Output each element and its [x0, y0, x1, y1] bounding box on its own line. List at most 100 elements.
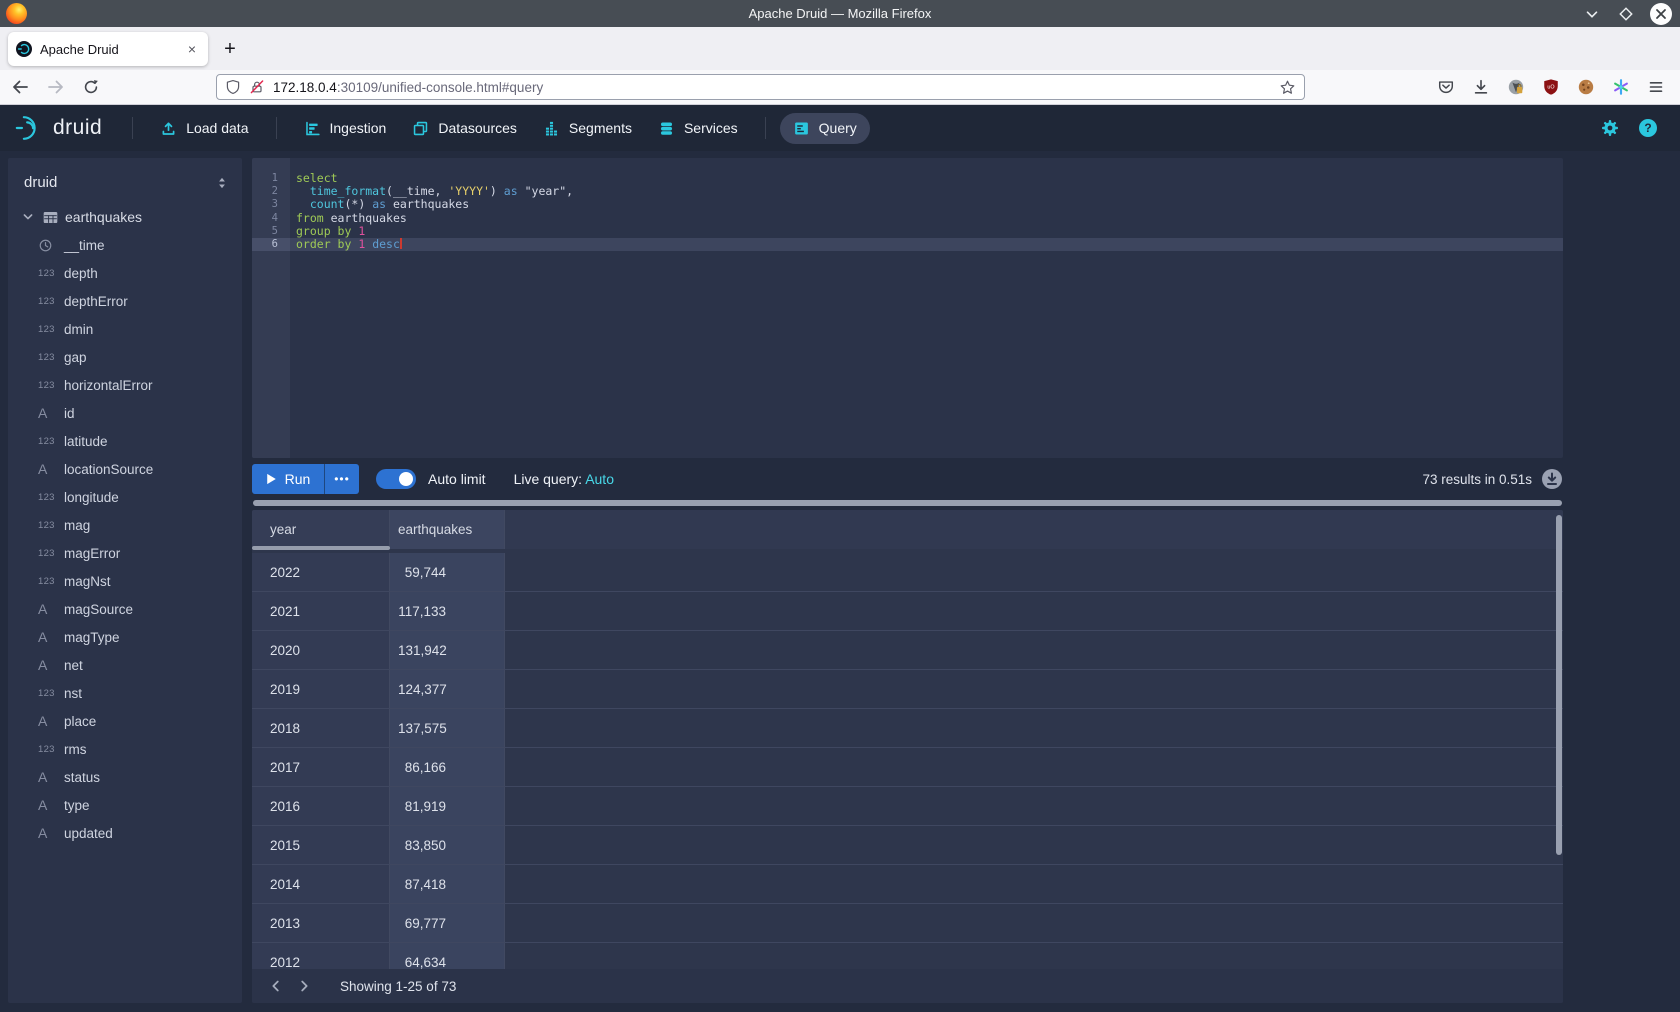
sidebar-column-magNst[interactable]: 123magNst [8, 567, 242, 595]
editor-line-4[interactable]: 4from earthquakes [252, 212, 1563, 225]
forward-button[interactable] [46, 77, 66, 97]
cell-earthquakes[interactable]: 81,919 [390, 787, 505, 825]
sql-editor[interactable]: 1select2 time_format(__time, 'YYYY') as … [252, 158, 1563, 458]
run-button[interactable]: Run [252, 464, 324, 494]
table-row[interactable]: 201487,418 [252, 865, 1563, 904]
code-text[interactable]: order by 1 desc [290, 238, 1563, 251]
sidebar-column-dmin[interactable]: 123dmin [8, 315, 242, 343]
sidebar-column-depth[interactable]: 123depth [8, 259, 242, 287]
code-text[interactable]: from earthquakes [290, 212, 1563, 225]
insecure-lock-icon[interactable] [249, 79, 265, 95]
sidebar-column-gap[interactable]: 123gap [8, 343, 242, 371]
cell-earthquakes[interactable]: 131,942 [390, 631, 505, 669]
cell-year[interactable]: 2022 [252, 553, 390, 591]
table-row[interactable]: 2021117,133 [252, 592, 1563, 631]
cookie-extension-icon[interactable] [1577, 78, 1595, 96]
new-tab-button[interactable]: + [216, 35, 244, 63]
cell-earthquakes[interactable]: 137,575 [390, 709, 505, 747]
nav-load-data[interactable]: Load data [147, 113, 261, 144]
code-text[interactable]: group by 1 [290, 225, 1563, 238]
cell-year[interactable]: 2020 [252, 631, 390, 669]
auto-limit-label[interactable]: Auto limit [428, 471, 486, 487]
tab-close-icon[interactable]: × [184, 40, 200, 58]
sidebar-column-locationSource[interactable]: AlocationSource [8, 455, 242, 483]
sidebar-column-__time[interactable]: __time [8, 231, 242, 259]
code-text[interactable]: count(*) as earthquakes [290, 198, 1563, 211]
sidebar-column-magError[interactable]: 123magError [8, 539, 242, 567]
column-header-earthquakes[interactable]: earthquakes [390, 510, 505, 549]
sidebar-column-horizontalError[interactable]: 123horizontalError [8, 371, 242, 399]
nav-segments[interactable]: Segments [530, 113, 645, 144]
table-row[interactable]: 2018137,575 [252, 709, 1563, 748]
chevron-down-icon[interactable] [20, 209, 36, 225]
minimize-button[interactable] [1582, 4, 1602, 24]
table-row[interactable]: 2019124,377 [252, 670, 1563, 709]
sidebar-column-id[interactable]: Aid [8, 399, 242, 427]
sidebar-column-depthError[interactable]: 123depthError [8, 287, 242, 315]
sidebar-column-status[interactable]: Astatus [8, 763, 242, 791]
nav-query[interactable]: Query [780, 113, 870, 144]
asterisk-extension-icon[interactable] [1612, 78, 1630, 96]
pocket-icon[interactable] [1437, 78, 1455, 96]
cell-year[interactable]: 2021 [252, 592, 390, 630]
cell-year[interactable]: 2013 [252, 904, 390, 942]
shield-icon[interactable] [225, 79, 241, 95]
vertical-scrollbar-thumb[interactable] [1556, 515, 1562, 855]
table-row[interactable]: 201369,777 [252, 904, 1563, 943]
reload-button[interactable] [82, 78, 100, 96]
sidebar-column-type[interactable]: Atype [8, 791, 242, 819]
download-results-icon[interactable] [1541, 468, 1563, 490]
sidebar-column-nst[interactable]: 123nst [8, 679, 242, 707]
url-text[interactable]: 172.18.0.4:30109/unified-console.html#qu… [273, 80, 1279, 95]
bookmark-star-icon[interactable] [1279, 79, 1296, 96]
maximize-button[interactable] [1616, 4, 1636, 24]
table-row[interactable]: 2020131,942 [252, 631, 1563, 670]
nav-ingestion[interactable]: Ingestion [291, 113, 400, 144]
cell-earthquakes[interactable]: 117,133 [390, 592, 505, 630]
back-button[interactable] [10, 77, 30, 97]
table-row[interactable]: 201681,919 [252, 787, 1563, 826]
cell-year[interactable]: 2018 [252, 709, 390, 747]
cell-earthquakes[interactable]: 124,377 [390, 670, 505, 708]
druid-brand[interactable]: druid [14, 113, 102, 143]
url-bar[interactable]: 172.18.0.4:30109/unified-console.html#qu… [216, 74, 1305, 100]
cell-year[interactable]: 2017 [252, 748, 390, 786]
double-caret-icon[interactable] [214, 175, 230, 191]
horizontal-scrollbar[interactable] [252, 500, 1563, 506]
sidebar-column-mag[interactable]: 123mag [8, 511, 242, 539]
nav-services[interactable]: Services [645, 113, 751, 144]
cell-year[interactable]: 2016 [252, 787, 390, 825]
table-row[interactable]: 201583,850 [252, 826, 1563, 865]
table-row[interactable]: 202259,744 [252, 553, 1563, 592]
table-row[interactable]: 201786,166 [252, 748, 1563, 787]
cell-year[interactable]: 2015 [252, 826, 390, 864]
auto-limit-toggle[interactable] [376, 469, 416, 489]
cell-earthquakes[interactable]: 69,777 [390, 904, 505, 942]
sidebar-column-rms[interactable]: 123rms [8, 735, 242, 763]
privacy-badger-extension-icon[interactable] [1507, 78, 1525, 96]
cell-earthquakes[interactable]: 59,744 [390, 553, 505, 591]
menu-hamburger-icon[interactable] [1647, 78, 1665, 96]
schema-selector[interactable]: druid [24, 174, 230, 191]
sidebar-column-latitude[interactable]: 123latitude [8, 427, 242, 455]
run-more-button[interactable]: ••• [324, 464, 359, 494]
live-query-control[interactable]: Live query: Auto [514, 471, 614, 487]
browser-tab[interactable]: Apache Druid × [8, 32, 208, 66]
sidebar-column-net[interactable]: Anet [8, 651, 242, 679]
cell-earthquakes[interactable]: 86,166 [390, 748, 505, 786]
next-page-button[interactable] [290, 972, 318, 1000]
help-icon[interactable]: ? [1638, 118, 1658, 138]
nav-datasources[interactable]: Datasources [399, 113, 530, 144]
horizontal-scrollbar-thumb[interactable] [253, 500, 1562, 506]
settings-gear-icon[interactable] [1600, 118, 1620, 138]
editor-line-5[interactable]: 5group by 1 [252, 225, 1563, 238]
sidebar-column-magType[interactable]: AmagType [8, 623, 242, 651]
prev-page-button[interactable] [262, 972, 290, 1000]
sidebar-column-magSource[interactable]: AmagSource [8, 595, 242, 623]
cell-year[interactable]: 2014 [252, 865, 390, 903]
sidebar-column-updated[interactable]: Aupdated [8, 819, 242, 847]
cell-earthquakes[interactable]: 87,418 [390, 865, 505, 903]
code-text[interactable]: time_format(__time, 'YYYY') as "year", [290, 185, 1563, 198]
download-icon[interactable] [1472, 78, 1490, 96]
sidebar-column-longitude[interactable]: 123longitude [8, 483, 242, 511]
